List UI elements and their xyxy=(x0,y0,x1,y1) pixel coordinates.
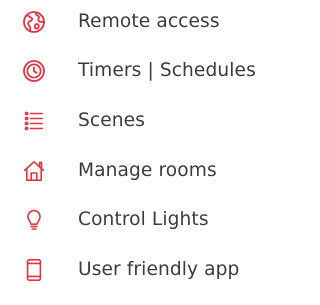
list-icon xyxy=(22,109,46,133)
feature-item-timers-schedules: Timers | Schedules xyxy=(0,51,303,91)
feature-item-manage-rooms: Manage rooms xyxy=(0,151,303,191)
feature-label: Remote access xyxy=(78,10,220,32)
feature-label: Manage rooms xyxy=(78,159,217,181)
feature-item-user-friendly-app: User friendly app xyxy=(0,250,303,290)
clock-icon xyxy=(22,59,46,83)
lightbulb-icon xyxy=(22,208,46,232)
feature-item-control-lights: Control Lights xyxy=(0,200,303,240)
feature-item-remote-access: Remote access xyxy=(0,2,303,42)
feature-label: Timers | Schedules xyxy=(78,59,256,81)
feature-label: Scenes xyxy=(78,109,145,131)
feature-list: Remote access Timers | Schedules Scenes … xyxy=(0,0,303,305)
feature-item-scenes: Scenes xyxy=(0,101,303,141)
feature-label: User friendly app xyxy=(78,258,240,280)
globe-icon xyxy=(22,10,46,34)
house-icon xyxy=(22,159,46,183)
feature-label: Control Lights xyxy=(78,208,209,230)
smartphone-icon xyxy=(22,258,46,282)
